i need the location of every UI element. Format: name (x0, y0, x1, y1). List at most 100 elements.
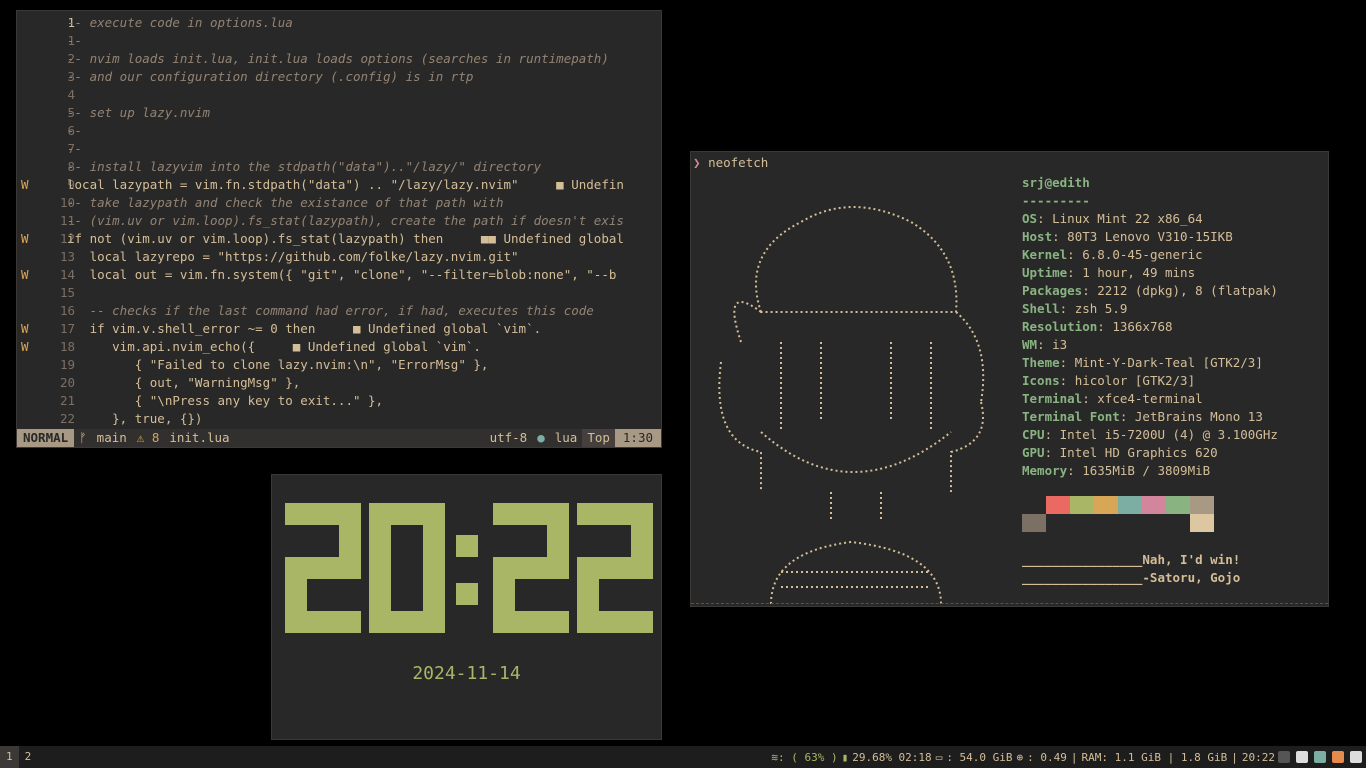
code-text[interactable]: if vim.v.shell_error ~= 0 then ■ Undefin… (67, 320, 661, 338)
code-line[interactable]: 11 -- (vim.uv or vim.loop).fs_stat(lazypa… (17, 212, 661, 230)
color-block (1094, 514, 1118, 532)
code-text[interactable]: local out = vim.fn.system({ "git", "clon… (67, 266, 661, 284)
terminal-window[interactable]: ❯ neofetch srj@edith --------- OS: Linux… (690, 151, 1329, 607)
code-line[interactable]: 5 -- set up lazy.nvim (17, 104, 661, 122)
clock-segment (369, 557, 391, 633)
color-block (1190, 514, 1214, 532)
code-text[interactable]: -- (67, 122, 661, 140)
code-line[interactable]: 21 { "\nPress any key to exit..." }, (17, 392, 661, 410)
info-value: 2212 (dpkg), 8 (flatpak) (1097, 283, 1278, 298)
code-line[interactable]: W 9 local lazypath = vim.fn.stdpath("data"… (17, 176, 661, 194)
warning-sign: W (21, 339, 29, 354)
code-text[interactable]: local lazyrepo = "https://github.com/fol… (67, 248, 661, 266)
color-block (1166, 496, 1190, 514)
warning-sign: W (21, 177, 29, 192)
code-text[interactable]: { "Failed to clone lazy.nvim:\n", "Error… (67, 356, 661, 374)
prompt-arrow-icon: ❯ (693, 155, 701, 170)
code-line[interactable]: 8 -- install lazyvim into the stdpath("da… (17, 158, 661, 176)
code-text[interactable]: -- set up lazy.nvim (67, 104, 661, 122)
ascii-art (718, 206, 985, 604)
code-text[interactable]: -- nvim loads init.lua, init.lua loads o… (67, 50, 661, 68)
code-line[interactable]: 20 { out, "WarningMsg" }, (17, 374, 661, 392)
code-line[interactable]: 7 -- (17, 140, 661, 158)
code-line[interactable]: 3 -- and our configuration directory (.co… (17, 68, 661, 86)
color-palette (1022, 496, 1214, 532)
color-block (1142, 514, 1166, 532)
code-line[interactable]: 22 }, true, {}) (17, 410, 661, 428)
info-key: Terminal Font (1022, 409, 1120, 424)
code-text[interactable]: -- (67, 32, 661, 50)
code-text[interactable]: }, true, {}) (67, 410, 661, 428)
code-text[interactable]: -- (67, 140, 661, 158)
code-text[interactable]: -- checks if the last command had error,… (67, 302, 661, 320)
code-line[interactable]: 15 (17, 284, 661, 302)
code-line[interactable]: W 12 if not (vim.uv or vim.loop).fs_stat(l… (17, 230, 661, 248)
nvim-window[interactable]: 1 -- execute code in options.lua 1 -- 2 -- nv… (16, 10, 662, 448)
disk-status: : 54.0 GiB (946, 750, 1013, 764)
git-branch: main (96, 430, 127, 445)
system-info: srj@edith --------- OS: Linux Mint 22 x8… (1022, 174, 1278, 480)
code-line[interactable]: 1 -- execute code in options.lua (17, 14, 661, 32)
bar-separator: | (1070, 750, 1078, 764)
signal-icon[interactable] (1314, 751, 1326, 763)
code-line[interactable]: 10 -- take lazypath and check the existan… (17, 194, 661, 212)
code-text[interactable]: -- install lazyvim into the stdpath("dat… (67, 158, 661, 176)
filetype-icon: ● (537, 430, 545, 445)
code-text[interactable]: -- take lazypath and check the existance… (67, 194, 661, 212)
color-block (1022, 514, 1046, 532)
info-row: Resolution: 1366x768 (1022, 319, 1173, 334)
code-line[interactable]: 6 -- (17, 122, 661, 140)
info-row: Packages: 2212 (dpkg), 8 (flatpak) (1022, 283, 1278, 298)
code-text[interactable]: { "\nPress any key to exit..." }, (67, 392, 661, 410)
clock-segment (577, 557, 599, 633)
info-row: Kernel: 6.8.0-45-generic (1022, 247, 1203, 262)
info-key: Shell (1022, 301, 1060, 316)
editor-lines[interactable]: 1 -- execute code in options.lua 1 -- 2 -- nv… (17, 14, 661, 428)
workspace-2[interactable]: 2 (19, 746, 38, 768)
disk-icon: ▭ (935, 750, 943, 764)
info-row: Uptime: 1 hour, 49 mins (1022, 265, 1196, 280)
battery-icon: ▮ (841, 750, 849, 764)
code-line[interactable]: 16 -- checks if the last command had err… (17, 302, 661, 320)
code-line[interactable]: 4 (17, 86, 661, 104)
code-line[interactable]: W 14 local out = vim.fn.system({ "git", "… (17, 266, 661, 284)
info-key: Theme (1022, 355, 1060, 370)
warning-sign: W (21, 267, 29, 282)
color-block (1046, 514, 1070, 532)
cursor-position: 1:30 (614, 429, 661, 447)
i3-status-bar: 1 2 ≋ : ( 63% ) ▮ 29.68% 02:18 ▭ : 54.0 … (0, 746, 1366, 768)
user-host: srj@edith (1022, 175, 1090, 190)
code-text[interactable]: -- execute code in options.lua (67, 14, 661, 32)
info-row: Shell: zsh 5.9 (1022, 301, 1128, 316)
workspace-1[interactable]: 1 (0, 746, 19, 768)
update-icon[interactable] (1332, 751, 1344, 763)
code-text[interactable]: -- and our configuration directory (.con… (67, 68, 661, 86)
clipboard-icon[interactable] (1350, 751, 1362, 763)
code-line[interactable]: 19 { "Failed to clone lazy.nvim:\n", "Er… (17, 356, 661, 374)
nvim-statusline: NORMAL ᚠ main ⚠ 8 init.lua utf-8 ● lua T… (17, 429, 661, 447)
quote-line-2: ________________-Satoru, Gojo (1022, 570, 1241, 585)
prompt-command: neofetch (708, 155, 769, 170)
file-name: init.lua (169, 430, 230, 445)
code-text[interactable]: if not (vim.uv or vim.loop).fs_stat(lazy… (67, 230, 661, 248)
code-text[interactable]: vim.api.nvim_echo({ ■ Undefined global `… (67, 338, 661, 356)
info-value: Intel i5-7200U (4) @ 3.100GHz (1059, 427, 1278, 442)
code-line[interactable]: W 17 if vim.v.shell_error ~= 0 then ■ Und… (17, 320, 661, 338)
color-block (1142, 496, 1166, 514)
info-key: OS (1022, 211, 1038, 226)
clock-segment (339, 503, 361, 579)
code-line[interactable]: 2 -- nvim loads init.lua, init.lua loads … (17, 50, 661, 68)
mode-indicator: NORMAL (17, 429, 75, 447)
bluetooth-icon[interactable] (1278, 751, 1290, 763)
code-line[interactable]: 1 -- (17, 32, 661, 50)
clock-segment (423, 557, 445, 633)
bar-separator: | (1231, 750, 1238, 764)
code-text[interactable]: { out, "WarningMsg" }, (67, 374, 661, 392)
code-line[interactable]: 13 local lazyrepo = "https://github.com/… (17, 248, 661, 266)
shield-icon[interactable] (1296, 751, 1308, 763)
code-text[interactable]: local lazypath = vim.fn.stdpath("data") … (67, 176, 661, 194)
info-value: hicolor [GTK2/3] (1074, 373, 1196, 388)
code-line[interactable]: W 18 vim.api.nvim_echo({ ■ Undefined glob… (17, 338, 661, 356)
code-text[interactable]: -- (vim.uv or vim.loop).fs_stat(lazypath… (67, 212, 661, 230)
line-number: 15 (59, 285, 75, 300)
